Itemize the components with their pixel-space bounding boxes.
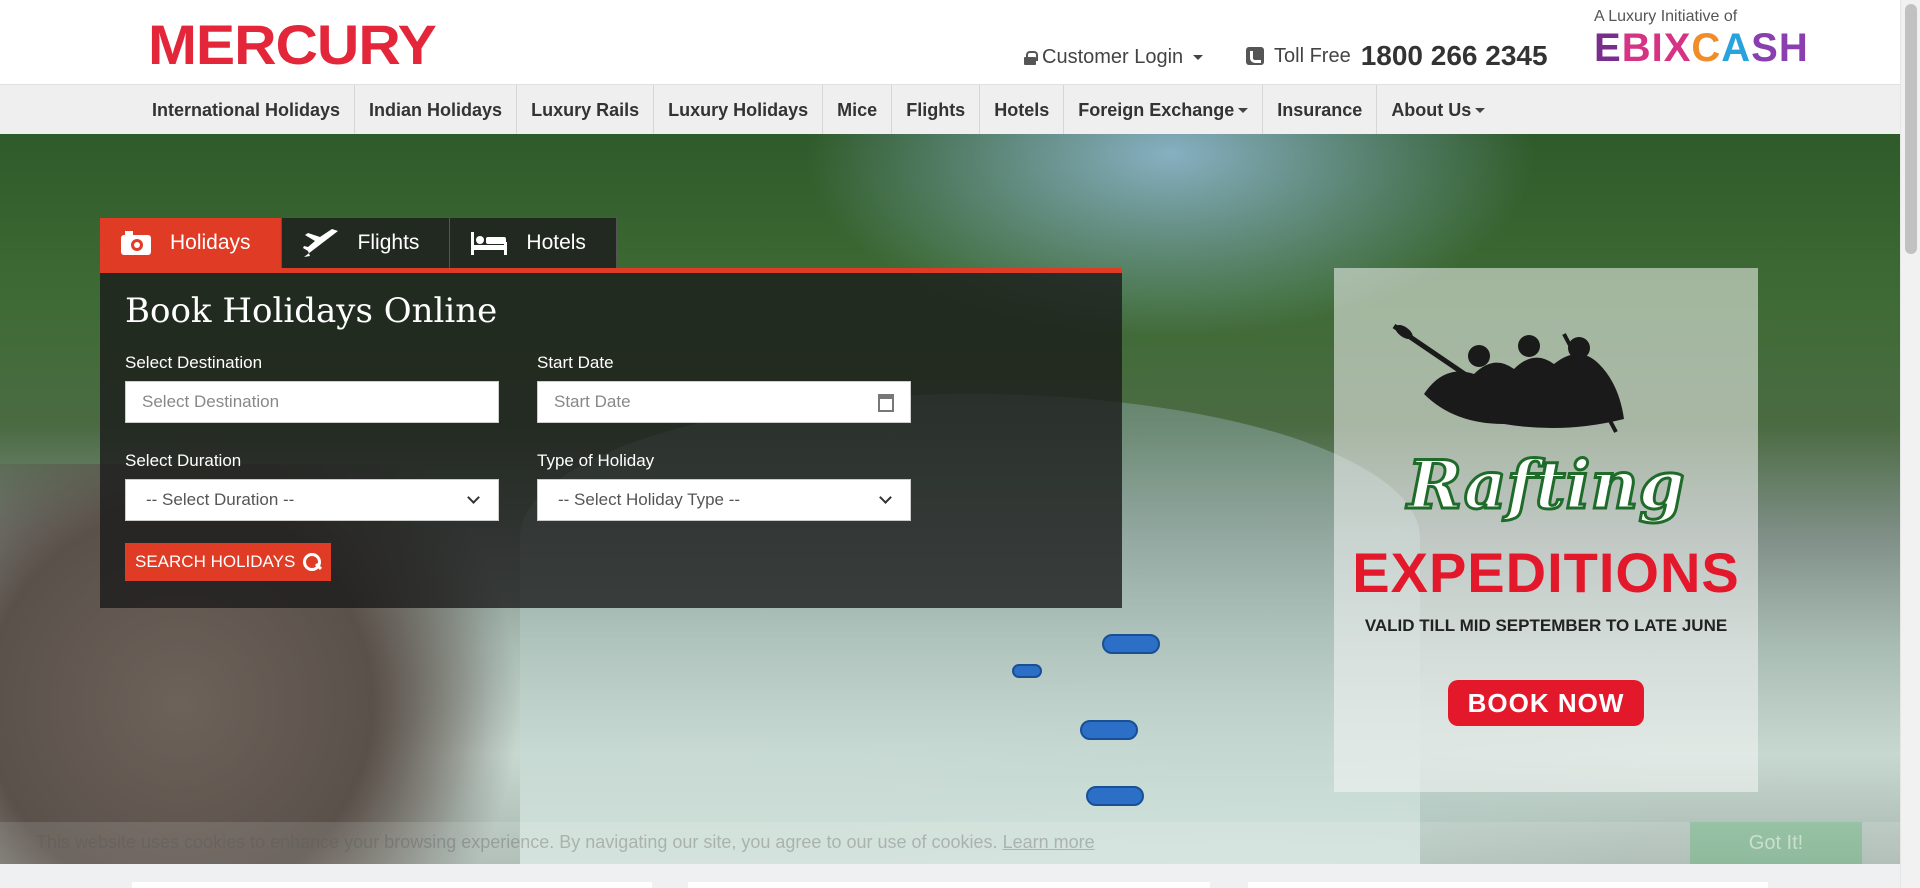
promo-title-script: Rafting [1406, 445, 1686, 526]
promo-validity: VALID TILL MID SEPTEMBER TO LATE JUNE [1364, 616, 1728, 635]
cookie-consent-bar: This website uses cookies to enhance you… [0, 822, 1900, 864]
raft-shape [1086, 786, 1144, 806]
ebixcash-brand[interactable]: A Luxury Initiative of EBIXCASH [1594, 8, 1809, 70]
raft-shape [1012, 664, 1042, 678]
start-date-label: Start Date [537, 353, 614, 372]
content-card [132, 882, 652, 888]
caret-down-icon [1193, 55, 1204, 60]
rafting-promo-banner[interactable]: Rafting EXPEDITIONS VALID TILL MID SEPTE… [1334, 268, 1758, 792]
nav-item-hotels[interactable]: Hotels [980, 85, 1065, 135]
duration-label: Select Duration [125, 451, 242, 470]
search-tabs: Holidays Flights Hotels [100, 218, 617, 268]
holiday-type-value: -- Select Holiday Type -- [558, 490, 741, 509]
ebix-tagline: A Luxury Initiative of [1594, 8, 1738, 25]
tab-hotels[interactable]: Hotels [450, 218, 617, 268]
content-strip [0, 864, 1900, 888]
ebixcash-logo: EBIXCASH [1594, 26, 1809, 70]
cookie-text: This website uses cookies to enhance you… [36, 832, 998, 852]
destination-input[interactable]: Select Destination [125, 381, 499, 423]
panel-title: Book Holidays Online [125, 291, 498, 331]
nav-item-indian-holidays[interactable]: Indian Holidays [355, 85, 518, 135]
start-date-placeholder: Start Date [554, 392, 631, 411]
chevron-down-icon [467, 491, 480, 504]
toll-free-contact: Toll Free 1800 266 2345 [1246, 40, 1548, 72]
content-card [688, 882, 1210, 888]
nav-item-about-us[interactable]: About Us [1377, 85, 1499, 135]
caret-down-icon [1238, 107, 1249, 113]
caret-down-icon [1475, 107, 1486, 113]
customer-login-label: Customer Login [1042, 46, 1184, 68]
search-holidays-button[interactable]: SEARCH HOLIDAYS [125, 543, 332, 581]
raft-shape [1102, 634, 1160, 654]
nav-item-insurance[interactable]: Insurance [1263, 85, 1378, 135]
nav-item-luxury-holidays[interactable]: Luxury Holidays [654, 85, 824, 135]
holiday-type-select[interactable]: -- Select Holiday Type -- [537, 479, 911, 521]
toll-free-number[interactable]: 1800 266 2345 [1361, 40, 1548, 72]
page-scrollbar[interactable] [1900, 0, 1920, 888]
cookie-accept-button[interactable]: Got It! [1690, 822, 1862, 864]
book-now-button[interactable]: BOOK NOW [1448, 680, 1644, 726]
rafters-illustration [1392, 324, 1624, 433]
search-button-label: SEARCH HOLIDAYS [135, 552, 296, 571]
tab-holidays[interactable]: Holidays [100, 218, 282, 268]
holiday-search-panel: Book Holidays Online Select Destination … [100, 268, 1122, 608]
duration-value: -- Select Duration -- [146, 490, 295, 509]
mercury-logo[interactable]: MERCURY [148, 12, 437, 77]
nav-item-international-holidays[interactable]: International Holidays [138, 85, 356, 135]
promo-title-bold: EXPEDITIONS [1352, 541, 1740, 604]
search-icon [303, 553, 322, 571]
camera-icon [121, 231, 151, 255]
nav-item-luxury-rails[interactable]: Luxury Rails [517, 85, 655, 135]
plane-icon [302, 229, 338, 257]
holiday-type-label: Type of Holiday [537, 451, 655, 470]
toll-free-label: Toll Free [1274, 44, 1351, 67]
nav-item-label: Foreign Exchange [1078, 99, 1235, 120]
nav-item-label: About Us [1391, 99, 1472, 120]
nav-item-flights[interactable]: Flights [892, 85, 981, 135]
main-nav: International Holidays Indian Holidays L… [0, 84, 1900, 135]
calendar-icon[interactable] [878, 394, 894, 412]
tab-label: Holidays [170, 231, 251, 254]
phone-icon [1246, 47, 1264, 65]
content-card [1248, 882, 1768, 888]
cookie-learn-more-link[interactable]: Learn more [1003, 832, 1095, 852]
tab-label: Flights [357, 231, 420, 254]
nav-item-mice[interactable]: Mice [823, 85, 893, 135]
site-header: MERCURY Customer Login Toll Free 1800 26… [0, 0, 1900, 84]
cookie-message: This website uses cookies to enhance you… [36, 832, 1095, 853]
duration-select[interactable]: -- Select Duration -- [125, 479, 499, 521]
nav-item-foreign-exchange[interactable]: Foreign Exchange [1064, 85, 1264, 135]
bed-icon [471, 232, 508, 255]
start-date-input[interactable]: Start Date [537, 381, 911, 423]
customer-login-dropdown[interactable]: Customer Login [1024, 46, 1204, 69]
chevron-down-icon [879, 491, 892, 504]
raft-shape [1080, 720, 1138, 740]
scrollbar-thumb[interactable] [1905, 4, 1917, 254]
destination-label: Select Destination [125, 353, 263, 372]
tab-flights[interactable]: Flights [281, 218, 451, 268]
lock-icon [1024, 50, 1038, 65]
tab-label: Hotels [526, 231, 586, 254]
